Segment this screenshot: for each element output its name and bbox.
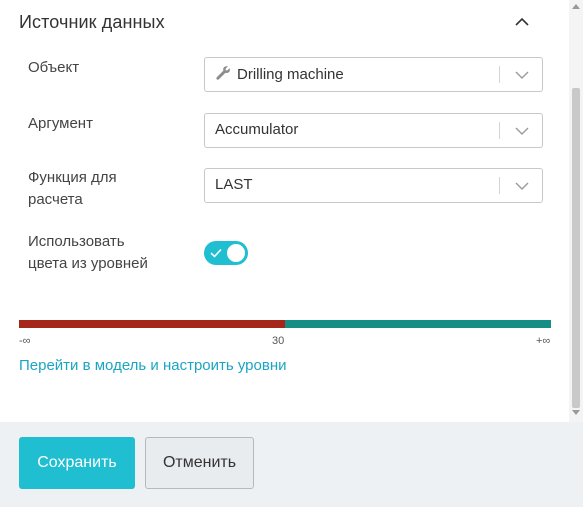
object-select[interactable]: Drilling machine bbox=[204, 57, 543, 92]
argument-select-value: Accumulator bbox=[215, 121, 299, 138]
argument-select[interactable]: Accumulator bbox=[204, 113, 543, 148]
level-tick-threshold: 30 bbox=[272, 335, 285, 347]
save-button[interactable]: Сохранить bbox=[19, 437, 135, 489]
level-segment-red bbox=[19, 320, 285, 328]
chevron-up-icon[interactable] bbox=[512, 12, 532, 32]
select-separator bbox=[499, 122, 500, 139]
function-label: Функция для расчета bbox=[28, 167, 117, 211]
level-tick-min: -∞ bbox=[19, 335, 31, 347]
data-source-panel: Источник данных Объект Drilling machine … bbox=[0, 0, 569, 422]
function-select[interactable]: LAST bbox=[204, 168, 543, 203]
function-label-line2: расчета bbox=[28, 191, 83, 208]
scroll-thumb[interactable] bbox=[572, 88, 580, 408]
wrench-icon bbox=[216, 66, 230, 80]
object-label: Объект bbox=[28, 59, 80, 76]
chevron-down-icon[interactable] bbox=[514, 123, 530, 139]
argument-label: Аргумент bbox=[28, 115, 93, 132]
scroll-down-arrow-icon[interactable] bbox=[572, 410, 580, 415]
function-select-value: LAST bbox=[215, 176, 253, 193]
use-level-colors-label-line1: Использовать bbox=[28, 233, 125, 250]
use-level-colors-label: Использовать цвета из уровней bbox=[28, 231, 148, 275]
use-level-colors-toggle[interactable] bbox=[204, 241, 248, 265]
section-title: Источник данных bbox=[19, 12, 165, 32]
level-segment-teal bbox=[285, 320, 551, 328]
scrollbar[interactable] bbox=[569, 0, 583, 422]
function-label-line1: Функция для bbox=[28, 169, 117, 186]
levels-bar bbox=[19, 320, 551, 328]
configure-levels-link[interactable]: Перейти в модель и настроить уровни bbox=[19, 357, 287, 374]
chevron-down-icon[interactable] bbox=[514, 67, 530, 83]
object-select-value: Drilling machine bbox=[237, 66, 344, 83]
chevron-down-icon[interactable] bbox=[514, 178, 530, 194]
cancel-button[interactable]: Отменить bbox=[145, 437, 254, 489]
object-select-value-wrap: Drilling machine bbox=[215, 65, 344, 83]
check-icon bbox=[210, 248, 222, 258]
level-tick-max: +∞ bbox=[536, 335, 551, 347]
scroll-up-arrow-icon[interactable] bbox=[572, 4, 580, 9]
use-level-colors-label-line2: цвета из уровней bbox=[28, 255, 148, 272]
toggle-knob bbox=[227, 244, 245, 262]
select-separator bbox=[499, 177, 500, 194]
select-separator bbox=[499, 66, 500, 83]
